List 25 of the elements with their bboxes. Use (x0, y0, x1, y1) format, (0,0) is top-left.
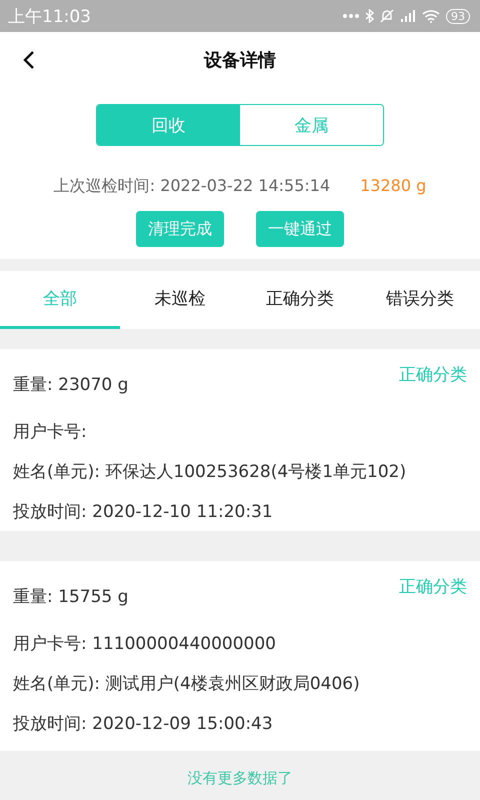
no-more-data-text: 没有更多数据了 (188, 769, 292, 788)
pass-all-button[interactable]: 一键通过 (256, 211, 344, 247)
total-weight: 13280 g (360, 176, 426, 197)
record-field: 用户卡号: (13, 420, 467, 443)
more-dots-icon (343, 14, 359, 18)
bell-off-icon (380, 9, 394, 23)
wifi-icon (422, 10, 440, 22)
signal-icon (400, 10, 416, 22)
record-field: 姓名(单元): 测试用户(4楼袁州区财政局0406) (13, 672, 467, 695)
record-field: 投放时间: 2020-12-10 11:20:31 (13, 500, 467, 523)
category-label: 正确分类 (399, 576, 467, 598)
record-field: 投放时间: 2020-12-09 15:00:43 (13, 712, 467, 735)
back-icon (22, 50, 36, 70)
category-label: 正确分类 (399, 364, 467, 386)
record-weight: 重量: 23070 g (13, 374, 128, 396)
record-field: 用户卡号: 11100000440000000 (13, 632, 467, 655)
status-time: 上午11:03 (8, 6, 91, 28)
segment-tab[interactable]: 回收 (97, 105, 240, 145)
bluetooth-icon (365, 9, 374, 23)
record-weight: 重量: 15755 g (13, 586, 128, 608)
page-title: 设备详情 (204, 49, 276, 72)
record-field: 姓名(单元): 环保达人100253628(4号楼1单元102) (13, 460, 467, 483)
last-inspection-time: 上次巡检时间: 2022-03-22 14:55:14 (54, 176, 330, 197)
clean-done-button[interactable]: 清理完成 (136, 211, 224, 247)
battery-icon: 93 (446, 8, 470, 24)
